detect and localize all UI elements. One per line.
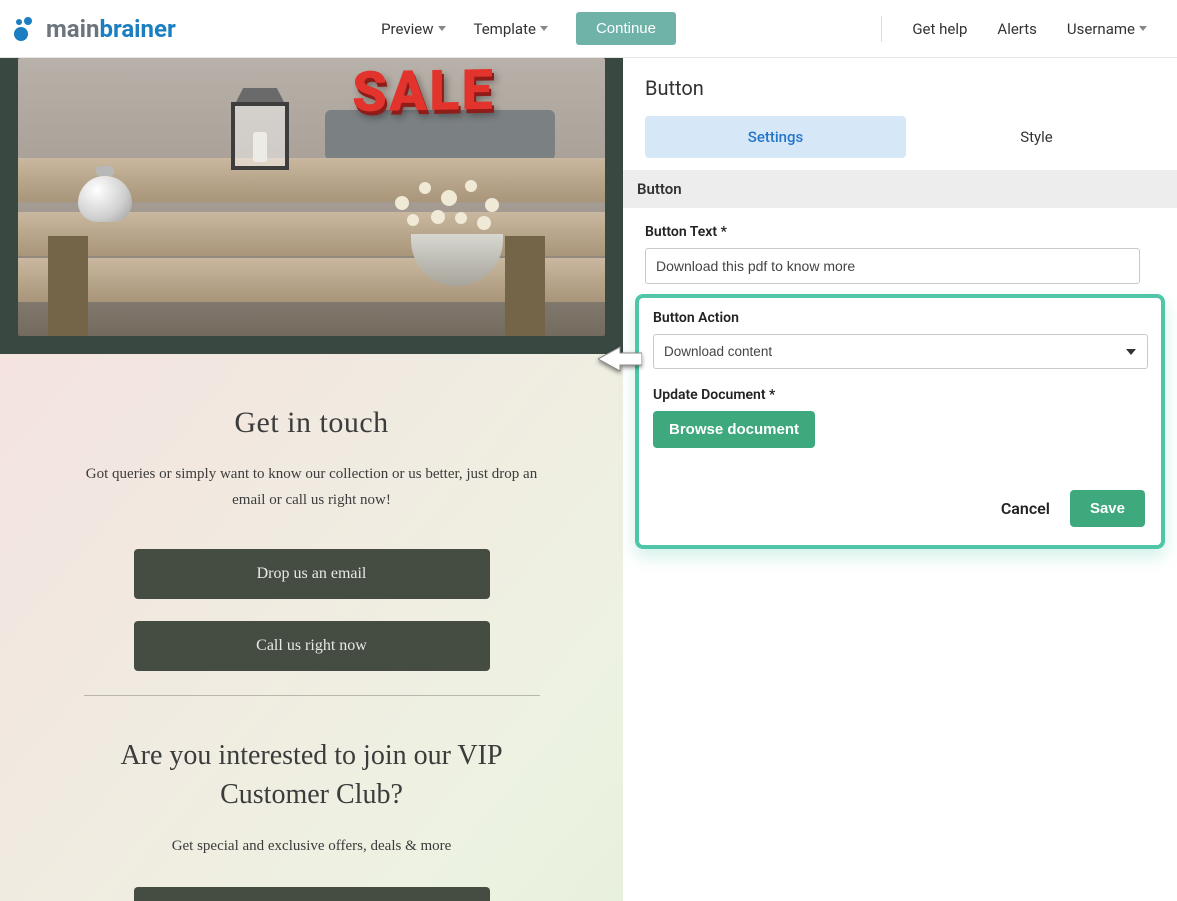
tab-settings[interactable]: Settings xyxy=(645,116,906,158)
topbar: mainbrainer Preview Template Continue Ge… xyxy=(0,0,1177,58)
hero-image: SALE xyxy=(18,58,605,336)
button-action-select-wrap: Download content xyxy=(653,334,1148,369)
button-text-label: Button Text * xyxy=(645,224,1167,240)
logo-icon xyxy=(12,17,40,41)
hero-frame: SALE xyxy=(0,58,623,354)
button-action-select[interactable]: Download content xyxy=(653,334,1148,369)
email-canvas: SALE Get in touch Got queries or simply … xyxy=(0,58,623,901)
vip-title: Are you interested to join our VIP Custo… xyxy=(84,736,539,814)
get-in-touch-title: Get in touch xyxy=(84,406,539,440)
chevron-down-icon xyxy=(540,26,548,31)
cancel-button[interactable]: Cancel xyxy=(1001,499,1050,518)
nav-template[interactable]: Template xyxy=(474,20,548,38)
settings-panel: Button Settings Style Button Button Text… xyxy=(623,58,1177,901)
action-row: Cancel Save xyxy=(653,490,1147,527)
continue-button[interactable]: Continue xyxy=(576,12,676,45)
highlighted-area: Button Action Download content Update Do… xyxy=(635,294,1165,549)
content-section: Get in touch Got queries or simply want … xyxy=(0,354,623,901)
nav-alerts[interactable]: Alerts xyxy=(997,20,1037,38)
form-area: Button Text * Button Action Download con… xyxy=(645,208,1167,549)
chevron-down-icon xyxy=(1139,26,1147,31)
nav-username-label: Username xyxy=(1067,20,1135,38)
nav-preview-label: Preview xyxy=(381,20,433,38)
nav-get-help[interactable]: Get help xyxy=(912,20,967,38)
vip-subtitle: Get special and exclusive offers, deals … xyxy=(84,838,539,855)
divider xyxy=(881,16,882,42)
nav-username[interactable]: Username xyxy=(1067,20,1147,38)
call-now-button[interactable]: Call us right now xyxy=(134,621,490,671)
save-button[interactable]: Save xyxy=(1070,490,1145,527)
button-text-input[interactable] xyxy=(645,248,1140,284)
section-header: Button xyxy=(623,170,1177,208)
sale-text: SALE xyxy=(352,58,495,125)
arrow-callout-icon xyxy=(598,344,642,378)
get-in-touch-subtitle: Got queries or simply want to know our c… xyxy=(84,462,539,513)
nav-template-label: Template xyxy=(474,20,536,38)
panel-title: Button xyxy=(645,76,1167,100)
main: SALE Get in touch Got queries or simply … xyxy=(0,58,1177,901)
chevron-down-icon xyxy=(438,26,446,31)
nav-right: Get help Alerts Username xyxy=(881,16,1165,42)
tab-style[interactable]: Style xyxy=(906,116,1167,158)
nav-preview[interactable]: Preview xyxy=(381,20,445,38)
logo-text: mainbrainer xyxy=(46,15,176,43)
drop-email-button[interactable]: Drop us an email xyxy=(134,549,490,599)
tab-row: Settings Style xyxy=(645,116,1167,158)
divider xyxy=(84,695,540,696)
update-document-label: Update Document * xyxy=(653,387,1147,403)
browse-document-button[interactable]: Browse document xyxy=(653,411,815,448)
button-action-label: Button Action xyxy=(653,310,1147,326)
yes-interested-button[interactable]: Yes, I am interested! xyxy=(134,887,490,901)
logo[interactable]: mainbrainer xyxy=(12,15,176,43)
nav-center: Preview Template Continue xyxy=(381,12,676,45)
